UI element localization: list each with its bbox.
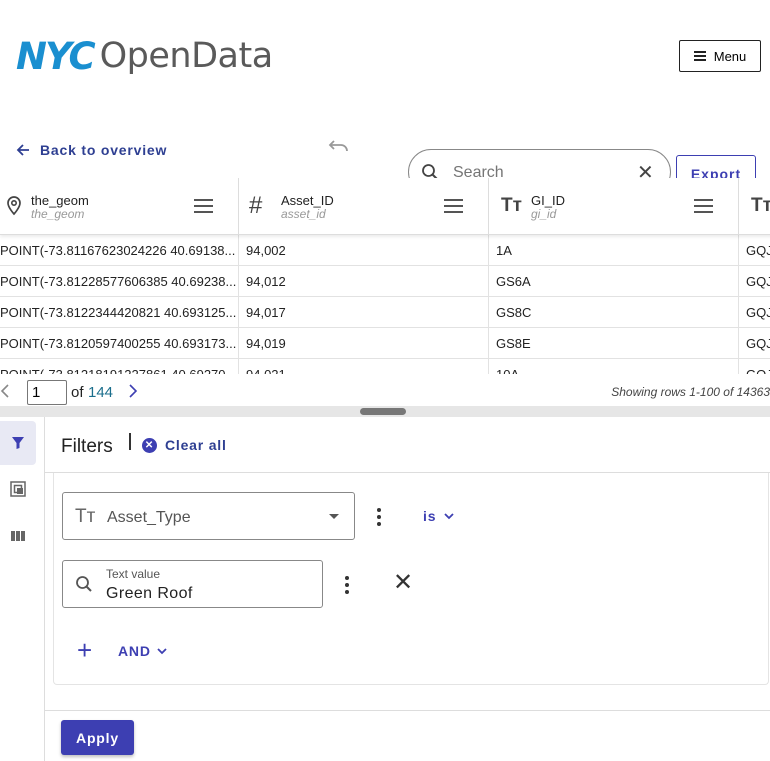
more-options-icon[interactable] (376, 508, 382, 526)
add-filter-icon[interactable]: + (77, 637, 92, 663)
rows-count-text: Showing rows 1-100 of 14363 (611, 385, 770, 399)
table-row[interactable]: POINT(-73.8122344420821 40.693125... 94,… (0, 297, 770, 328)
hamburger-icon (693, 51, 706, 61)
filters-panel: Filters ✕ Clear all Tт Asset_Type is Tex… (45, 417, 770, 761)
arrow-left-icon (16, 144, 29, 156)
close-circle-icon: ✕ (142, 437, 157, 453)
cell-gi-id: 10A (489, 359, 739, 374)
pagination: of 144 Showing rows 1-100 of 14363 (0, 374, 770, 408)
table-row[interactable]: POINT(-73.81167623024226 40.69138... 94,… (0, 235, 770, 266)
column-field-name: the_geom (31, 207, 85, 221)
column-menu-icon[interactable] (444, 199, 463, 213)
cell-next: GQJ (739, 359, 770, 374)
toolbar: Back to overview ✕ Export (0, 130, 770, 195)
operator-select[interactable]: is (423, 508, 454, 524)
cell-the-geom: POINT(-73.8122344420821 40.693125... (0, 297, 239, 328)
chevron-down-icon (157, 647, 167, 654)
location-pin-icon (2, 194, 24, 222)
apply-button[interactable]: Apply (61, 720, 134, 755)
cell-asset-id: 94,002 (239, 235, 489, 266)
nyc-opendata-logo[interactable]: NYC OpenData (16, 34, 274, 78)
text-type-icon: Tт (751, 195, 770, 216)
drag-grip-icon[interactable] (360, 408, 406, 415)
filter-icon (12, 437, 24, 449)
chevron-right-icon[interactable] (128, 382, 138, 403)
cell-next: GQJ (746, 336, 770, 351)
table-row[interactable]: POINT(-73.8120597400255 40.693173... 94,… (0, 328, 770, 359)
divider (45, 710, 770, 711)
remove-value-icon[interactable]: ✕ (393, 571, 413, 595)
cell-gi-id: GS8E (489, 328, 739, 359)
grid-header: the_geom the_geom # Asset_ID asset_id Tт… (0, 178, 770, 235)
clear-all-label: Clear all (165, 437, 227, 453)
total-pages: 144 (88, 384, 114, 401)
column-menu-icon[interactable] (694, 199, 713, 213)
column-header-next[interactable]: Tт (739, 178, 770, 235)
column-name: GI_ID (531, 193, 565, 208)
cell-the-geom: POINT(-73.8120597400255 40.693173... (0, 328, 239, 359)
column-select[interactable]: Tт Asset_Type (62, 492, 355, 540)
back-to-overview-link[interactable]: Back to overview (16, 142, 167, 158)
cell-gi-id: GS8C (489, 297, 739, 328)
column-select-value: Asset_Type (107, 509, 191, 526)
side-toolbar (0, 417, 45, 761)
title-separator (129, 433, 131, 450)
column-name: Asset_ID (281, 193, 334, 208)
cell-asset-id: 94,017 (239, 297, 489, 328)
cell-the-geom: POINT(-73.81167623024226 40.69138... (0, 235, 239, 266)
text-value-input[interactable] (106, 585, 306, 603)
logo-nyc-text: NYC (16, 34, 96, 78)
panel-resize-handle[interactable] (0, 406, 770, 417)
menu-label: Menu (713, 48, 747, 64)
cell-the-geom: POINT(-73.81218191227861 40.69270... (0, 359, 239, 374)
text-value-field[interactable]: Text value (62, 560, 323, 608)
column-header-asset-id[interactable]: # Asset_ID asset_id (239, 178, 489, 235)
columns-tool-button[interactable] (0, 514, 36, 558)
site-header: NYC OpenData Menu (0, 0, 770, 115)
menu-button[interactable]: Menu (679, 40, 761, 72)
and-condition-button[interactable]: AND (118, 643, 167, 659)
columns-icon (11, 531, 25, 541)
filters-title: Filters (61, 436, 113, 457)
group-tool-button[interactable] (0, 467, 36, 511)
cell-next: GQJ (746, 274, 770, 289)
column-header-the-geom[interactable]: the_geom the_geom (0, 178, 239, 235)
cell-the-geom: POINT(-73.81228577606385 40.69238... (0, 266, 239, 297)
cell-asset-id: 94,019 (239, 328, 489, 359)
cell-gi-id: GS6A (489, 266, 739, 297)
operator-label: is (423, 508, 437, 524)
cell-next: GQJ (746, 243, 770, 258)
and-label: AND (118, 643, 151, 659)
page-number-input[interactable] (27, 380, 67, 405)
chevron-down-icon (444, 512, 454, 519)
data-grid: the_geom the_geom # Asset_ID asset_id Tт… (0, 178, 770, 374)
back-label: Back to overview (40, 142, 168, 158)
cell-asset-id: 94,012 (239, 266, 489, 297)
table-row[interactable]: POINT(-73.81228577606385 40.69238... 94,… (0, 266, 770, 297)
group-icon (10, 481, 26, 497)
cell-gi-id: 1A (489, 235, 739, 266)
of-label: of (71, 384, 84, 401)
text-type-icon: Tт (501, 195, 522, 216)
chevron-left-icon[interactable] (0, 382, 10, 403)
cell-asset-id: 94,021 (239, 359, 489, 374)
text-type-icon: Tт (75, 506, 96, 527)
text-value-label: Text value (106, 567, 161, 581)
logo-opendata-text: OpenData (99, 36, 274, 76)
cell-next: GQJ (746, 305, 770, 320)
table-row[interactable]: POINT(-73.81218191227861 40.69270... 94,… (0, 359, 770, 374)
undo-icon[interactable] (327, 138, 349, 161)
column-field-name: gi_id (531, 207, 557, 221)
caret-down-icon (329, 514, 339, 519)
column-header-gi-id[interactable]: Tт GI_ID gi_id (489, 178, 739, 235)
column-field-name: asset_id (281, 207, 326, 221)
clear-all-button[interactable]: ✕ Clear all (142, 437, 227, 453)
column-name: the_geom (31, 193, 89, 208)
search-icon (75, 575, 93, 598)
filter-tool-button[interactable] (0, 421, 36, 465)
more-options-icon[interactable] (344, 576, 350, 594)
column-menu-icon[interactable] (194, 199, 213, 213)
number-hash-icon: # (249, 192, 263, 219)
